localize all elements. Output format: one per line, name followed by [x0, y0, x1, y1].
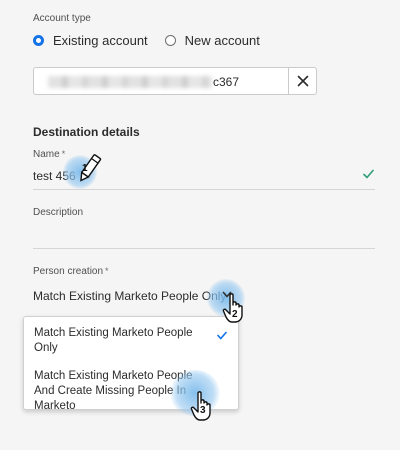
description-input[interactable]: [33, 222, 375, 246]
person-creation-required-mark: *: [105, 266, 109, 276]
account-id-suffix: c367: [213, 75, 240, 89]
account-id-field: c367: [33, 67, 317, 95]
close-icon: [297, 75, 308, 87]
pencil-cursor-icon: [80, 154, 102, 182]
radio-existing-account-label[interactable]: Existing account: [53, 33, 148, 48]
person-creation-picker[interactable]: Match Existing Marketo People Only: [33, 289, 226, 303]
account-type-radio-group: Existing account New account: [33, 33, 277, 48]
name-label-row: Name *: [33, 149, 65, 160]
description-label: Description: [33, 207, 84, 218]
callout-number-2: 2: [232, 309, 238, 320]
person-creation-label: Person creation: [33, 266, 104, 277]
name-required-mark: *: [61, 149, 66, 159]
radio-existing-account[interactable]: [33, 35, 44, 46]
account-type-label: Account type: [33, 13, 91, 24]
callout-number-1: 1: [82, 163, 88, 174]
radio-new-account[interactable]: [164, 35, 176, 46]
name-label: Name: [33, 149, 60, 160]
account-id-input[interactable]: c367: [33, 67, 288, 95]
radio-new-account-label[interactable]: New account: [185, 33, 260, 48]
redacted-account-id: [48, 76, 212, 88]
clear-account-button[interactable]: [288, 67, 317, 95]
selected-checkmark-icon: [217, 331, 227, 340]
person-creation-label-row: Person creation *: [33, 266, 109, 277]
checkmark-icon: [363, 169, 374, 179]
destination-details-heading: Destination details: [33, 125, 140, 139]
name-field-underline: [33, 189, 375, 190]
callout-number-3: 3: [200, 405, 206, 416]
menu-option-match-only[interactable]: Match Existing Marketo People Only: [34, 326, 210, 356]
description-underline: [33, 248, 375, 249]
